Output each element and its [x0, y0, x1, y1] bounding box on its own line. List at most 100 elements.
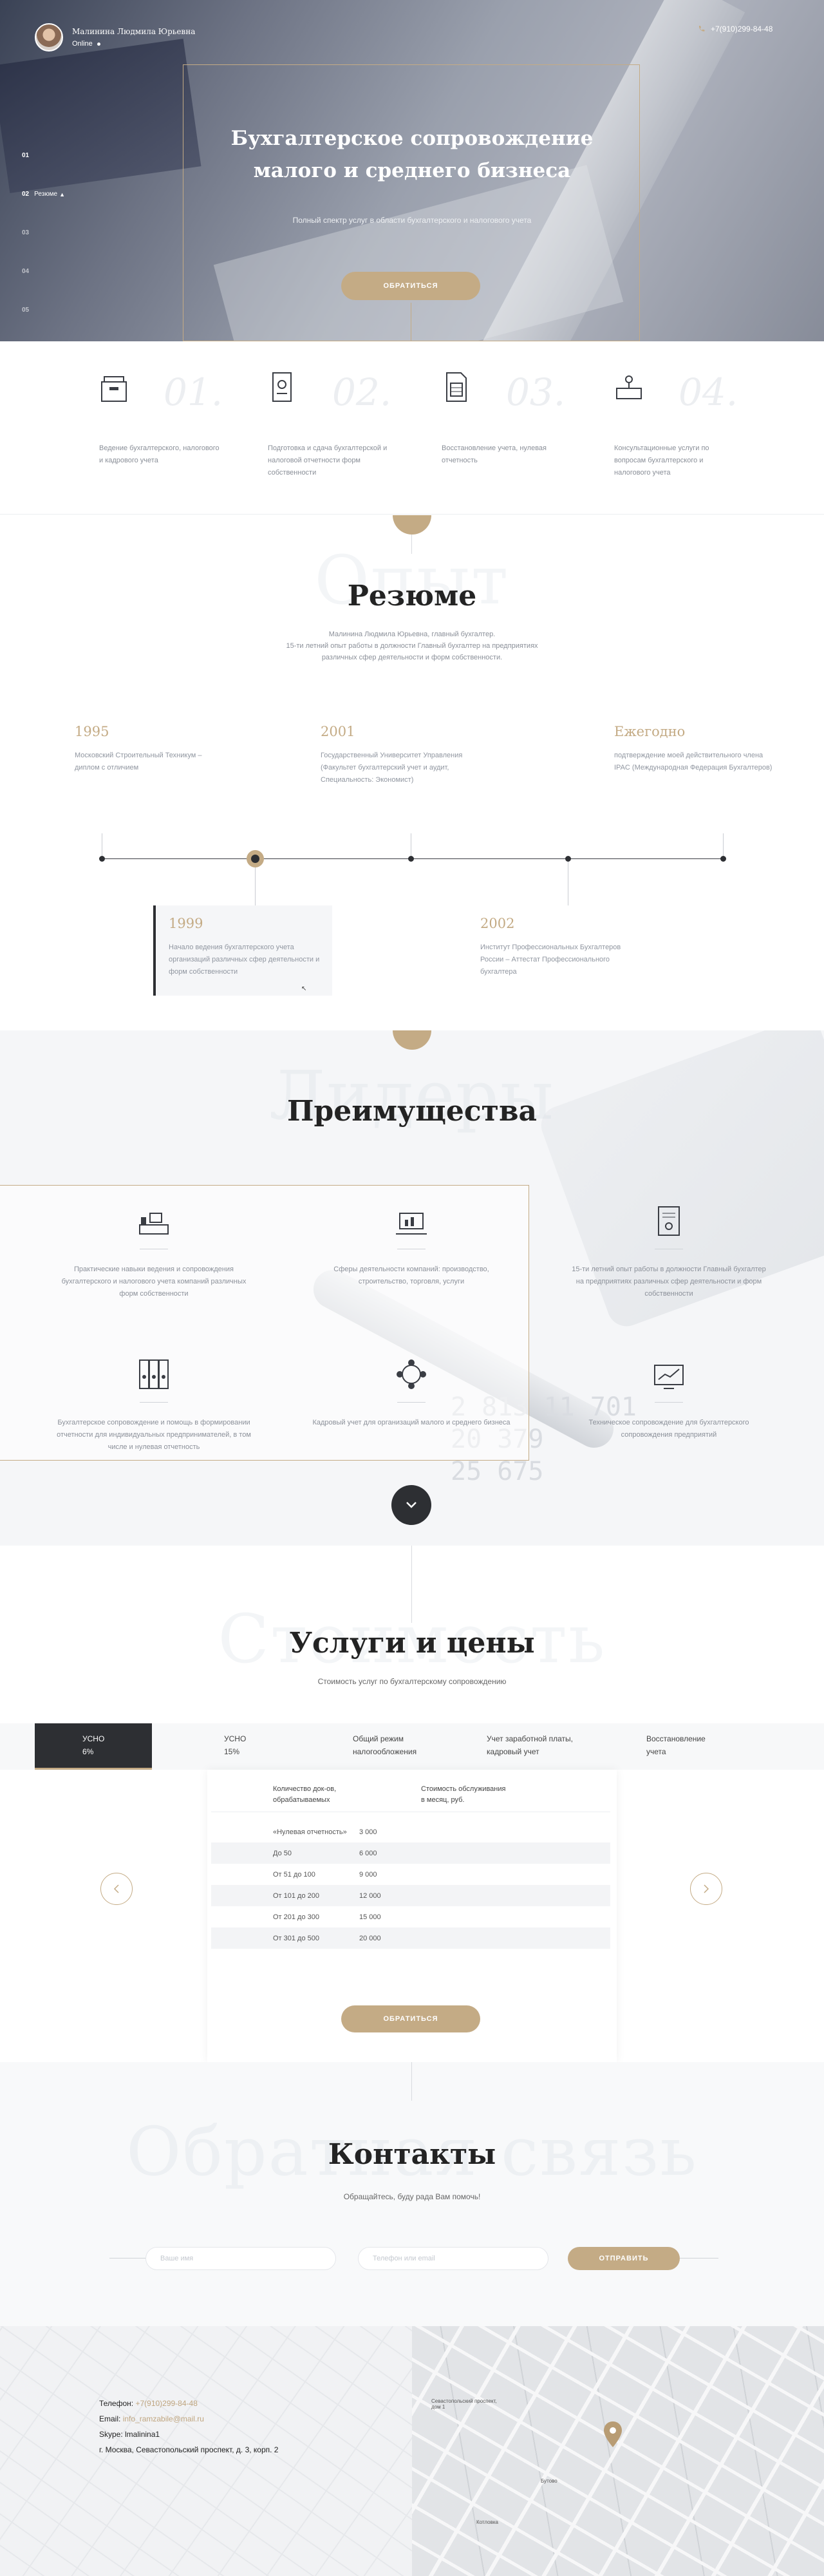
timeline-tick: [723, 833, 724, 859]
chevron-left-icon: [113, 1884, 119, 1893]
advantage-item-2: Сферы деятельности компаний: производств…: [312, 1209, 511, 1288]
people-network-icon: [397, 1359, 426, 1389]
timeline-item-2002: 2002 Институт Профессиональных Бухгалтер…: [480, 916, 641, 978]
sidenav-item-01[interactable]: 01: [22, 152, 29, 159]
scroll-down-button[interactable]: [391, 1485, 431, 1525]
contact-input[interactable]: Телефон или email: [358, 2247, 548, 2270]
advantage-item-3: 15-ти летний опыт работы в должности Гла…: [569, 1204, 769, 1300]
sidenav-num: 04: [22, 268, 30, 275]
consultation-desk-icon: [616, 375, 642, 399]
sidenav-num: 02: [22, 191, 30, 198]
prev-slide-button[interactable]: [100, 1873, 133, 1905]
profile-status: Online: [72, 40, 93, 48]
advantage-item-1: Практические навыки ведения и сопровожде…: [54, 1209, 254, 1300]
advantage-divider: [655, 1402, 683, 1403]
phone-icon: [698, 26, 705, 32]
advantage-divider: [397, 1402, 426, 1403]
tab-usno-15[interactable]: УСНО 15%: [224, 1723, 321, 1770]
certificate-icon: [658, 1206, 680, 1236]
avatar: [35, 23, 63, 52]
prices-cta-button[interactable]: Обратиться: [341, 2005, 480, 2032]
service-text: Консультационные услуги по вопросам бухг…: [614, 444, 709, 477]
table-row: От 201 до 300 15 000: [273, 1913, 381, 1921]
hero-subtitle: Полный спектр услуг в области бухгалтерс…: [292, 216, 532, 225]
next-slide-button[interactable]: [690, 1873, 722, 1905]
services-row: [0, 341, 824, 515]
name-input[interactable]: Ваше имя: [145, 2247, 336, 2270]
map-label: Котловка: [476, 2519, 499, 2525]
advantage-text: Бухгалтерское сопровождение и помощь в ф…: [57, 1419, 251, 1451]
timeline-year: 2002: [480, 916, 515, 931]
advantage-item-4: Бухгалтерское сопровождение и помощь в ф…: [54, 1358, 254, 1454]
profile-name: Малинина Людмила Юрьевна: [72, 27, 196, 36]
tab-payroll[interactable]: Учет заработной платы, кадровый учет: [487, 1723, 615, 1770]
timeline-dot[interactable]: [99, 856, 105, 862]
service-text: Подготовка и сдача бухгалтерской и налог…: [268, 444, 388, 477]
timeline-text: Институт Профессиональных Бухгалтеров Ро…: [480, 943, 621, 976]
service-number: 02.: [332, 370, 392, 414]
contact-details: Телефон: +7(910)299-84-48 Email: info_ra…: [99, 2396, 278, 2458]
hero-background-folder: [0, 39, 201, 193]
tab-restoration[interactable]: Восстановление учета: [646, 1723, 749, 1770]
advantage-text: Практические навыки ведения и сопровожде…: [61, 1265, 247, 1298]
sidenav-label: Резюме: [34, 191, 58, 198]
timeline-dot-active[interactable]: [247, 850, 264, 867]
cursor-icon: ↖: [301, 985, 307, 992]
chevron-down-icon: [406, 1502, 417, 1508]
timeline-dot[interactable]: [720, 856, 726, 862]
timeline-year: 1995: [75, 724, 109, 739]
monitor-chart-icon: [654, 1365, 684, 1389]
profile-block[interactable]: Малинина Людмила Юрьевна Online: [35, 23, 195, 52]
map-label: Севастопольский проспект, дом 1: [431, 2398, 497, 2410]
table-row: От 301 до 500 20 000: [211, 1927, 610, 1949]
table-row: «Нулевая отчетность» 3 000: [273, 1828, 377, 1836]
timeline-dot[interactable]: [408, 856, 414, 862]
form-line-right: [680, 2258, 718, 2259]
sidenav-item-05[interactable]: 05: [22, 307, 29, 314]
timeline-text: Государственный Университет Управления (…: [321, 752, 463, 784]
header-phone-link[interactable]: +7(910)299-84-48: [698, 24, 772, 33]
presentation-icon: [396, 1213, 427, 1235]
send-button[interactable]: Отправить: [568, 2247, 680, 2270]
contact-phone-link[interactable]: +7(910)299-84-48: [135, 2399, 197, 2408]
map-pin-icon[interactable]: [604, 2421, 622, 2447]
header-phone: +7(910)299-84-48: [711, 24, 773, 33]
timeline-text: подтверждение моей действительного члена…: [614, 752, 772, 772]
sidenav-item-04[interactable]: 04: [22, 268, 29, 275]
table-row: От 51 до 100 9 000: [273, 1870, 377, 1879]
timeline-item-annual: Ежегодно подтверждение моей действительн…: [614, 724, 782, 774]
table-row: От 101 до 200 12 000: [211, 1885, 610, 1906]
hero-cta-button[interactable]: Обратиться: [341, 272, 480, 300]
contact-email-link[interactable]: info_ramzabile@mail.ru: [123, 2414, 204, 2423]
tab-general-regime[interactable]: Общий режим налогообложения: [353, 1723, 462, 1770]
vertical-connector: [411, 2062, 412, 2101]
prices-subtitle: Стоимость услуг по бухгалтерскому сопров…: [317, 1677, 507, 1686]
map-label: Бутово: [541, 2478, 557, 2484]
advantage-text: Сферы деятельности компаний: производств…: [333, 1265, 489, 1285]
contact-address: г. Москва, Севастопольский проспект, д. …: [99, 2445, 279, 2454]
archive-box-icon: [101, 376, 127, 402]
hero-section: Малинина Людмила Юрьевна Online +7(910)2…: [0, 0, 824, 341]
sidenav-num: 01: [22, 152, 30, 159]
sidenav-item-03[interactable]: 03: [22, 229, 29, 236]
advantage-text: Кадровый учет для организаций малого и с…: [312, 1419, 510, 1426]
hero-title: Бухгалтерское сопровождение малого и сред…: [230, 127, 594, 182]
timeline-dot[interactable]: [565, 856, 571, 862]
phone-label: Телефон:: [99, 2399, 134, 2408]
sidenav-num: 05: [22, 307, 30, 314]
timeline-year: 1999: [169, 916, 203, 931]
map[interactable]: Севастопольский проспект, дом 1 Бутово К…: [412, 2326, 824, 2576]
prices-title: Услуги и цены: [289, 1627, 535, 1660]
cursor-icon: ▲: [59, 191, 66, 198]
timeline-card-1999: 1999 Начало ведения бухгалтерского учета…: [153, 905, 332, 996]
timeline-year: 2001: [321, 724, 355, 739]
service-number: 04.: [679, 370, 738, 414]
email-label: Email:: [99, 2414, 121, 2423]
timeline-year: Ежегодно: [614, 724, 686, 739]
advantage-divider: [140, 1402, 168, 1403]
service-number: 01.: [164, 370, 223, 414]
section-bullet: [393, 515, 431, 535]
tab-usno-6[interactable]: УСНО 6%: [35, 1723, 152, 1770]
sidenav-item-02[interactable]: 02 Резюме ▲: [22, 191, 65, 198]
resume-intro: Малинина Людмила Юрьевна, главный бухгал…: [286, 630, 538, 661]
